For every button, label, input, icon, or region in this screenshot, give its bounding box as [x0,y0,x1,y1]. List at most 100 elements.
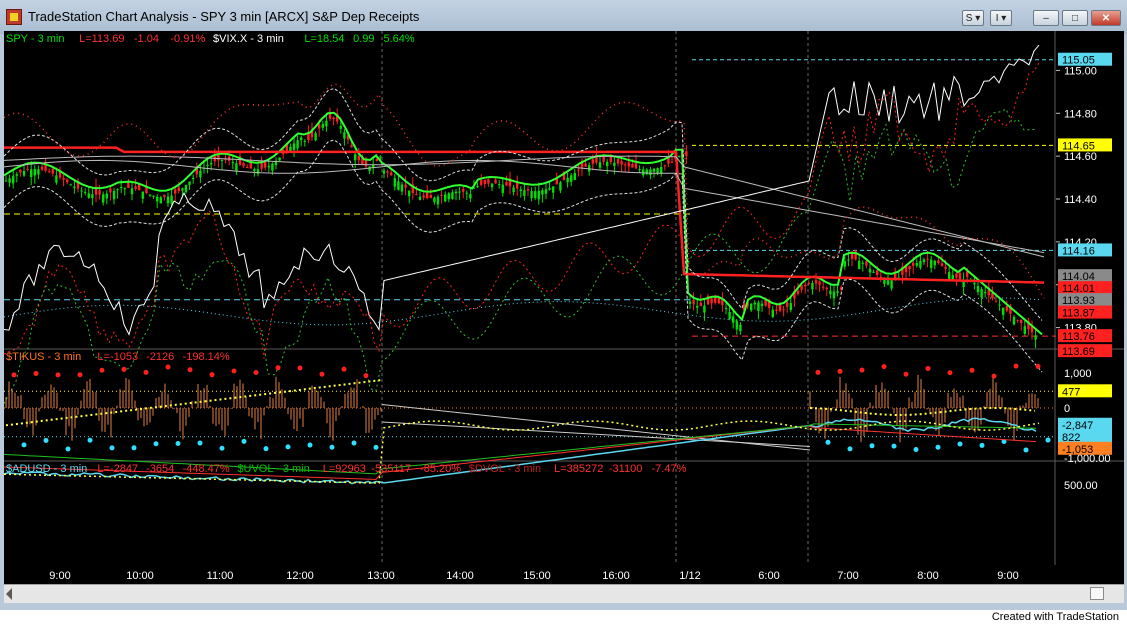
ma-red [4,146,1045,284]
tikus-low-dot [935,444,941,450]
tikus-high-dot [33,370,39,376]
band-upper [4,87,1043,321]
price-candle [1005,306,1008,311]
price-candle [51,168,54,174]
price-candle [490,183,494,188]
price-candle [390,172,393,176]
price-candle [886,280,890,285]
tikus-high-dot [99,367,105,373]
adusd-legend-item: L=-2847 [97,463,138,475]
tikus-high-dot [165,364,171,370]
price-candle [318,124,321,129]
price-candle [156,196,159,202]
price-candle [368,166,371,171]
price-candle [12,176,15,184]
tikus-high-dot [881,364,887,370]
price-legend-item: 5.64% [384,33,415,45]
minimize-button[interactable]: – [1033,10,1059,26]
price-candle [454,191,458,194]
price-candle [998,304,1001,306]
price-candle [735,320,738,330]
price-candle [915,263,918,266]
price-badge: 113.93 [1062,295,1095,307]
time-tick-label: 15:00 [523,570,551,582]
scroll-left-arrow-icon[interactable] [6,588,12,600]
minimize-icon: – [1043,13,1049,24]
adusd-legend-item: -85.20% [420,463,461,475]
tikus-badge: -1,053 [1062,444,1093,456]
price-candle [55,175,58,183]
price-candle [37,169,40,175]
symbol-link-button[interactable]: S ▾ [962,10,984,26]
price-candle [523,190,526,196]
chart-area[interactable]: SPY - 3 min L=113.69 -1.04 -0.91% $VIX.X - 3… [4,31,1124,565]
tikus-high-dot [363,373,369,379]
price-candle [649,169,652,176]
price-legend-item: L=113.69 [79,33,124,45]
price-badge: 114.65 [1062,140,1095,152]
price-candle [40,166,44,170]
price-candle [400,184,404,192]
tikus-low-dot [307,442,313,448]
price-candle [638,168,641,170]
tikus-low-dot [957,441,963,447]
interval-link-button[interactable]: I ▾ [990,10,1012,26]
price-candle [501,184,504,193]
horizontal-scrollbar[interactable] [4,584,1124,603]
tikus-low-dot [329,444,335,450]
price-candle [937,260,940,264]
price-candle [22,171,26,176]
maximize-button[interactable]: □ [1062,10,1088,26]
price-candle [253,169,256,172]
price-candle [717,298,720,304]
tikus-high-dot [969,367,975,373]
tikus-high-dot [925,365,931,371]
tikus-legend-item: -198.14% [183,351,230,363]
price-candle [832,291,836,299]
tikus-low-dot [21,442,27,448]
price-candle [505,182,508,186]
price-candle [210,162,213,165]
price-tick-label: 114.80 [1064,108,1097,120]
price-candle [526,189,530,191]
price-candle [678,156,681,158]
price-candle [354,154,357,161]
price-candle [1002,307,1005,315]
price-candle [105,193,108,199]
price-candle [634,163,638,169]
tikus-high-dot [1035,363,1041,369]
time-tick-label: 9:00 [997,570,1018,582]
price-candle [498,183,501,185]
price-candle [573,172,576,180]
price-candle [26,168,29,170]
close-button[interactable]: ✕ [1091,10,1121,26]
price-candle [174,189,177,194]
tikus-high-dot [209,372,215,378]
price-candle [620,160,623,165]
title-bar[interactable]: TradeStation Chart Analysis - SPY 3 min … [0,0,1127,34]
price-candle [102,194,105,203]
price-candle [876,270,879,275]
tradestation-window: TradeStation Chart Analysis - SPY 3 min … [0,0,1127,610]
adusd-legend-item: -31100 [609,463,642,475]
tikus-high-dot [1013,363,1019,369]
tikus-high-dot [121,366,127,372]
scroll-right-button[interactable] [1090,587,1104,600]
price-candle [15,174,18,176]
time-tick-label: 9:00 [49,570,70,582]
price-candle [69,184,72,186]
time-tick-label: 11:00 [207,570,234,582]
adusd-legend-item: L=92963 [323,463,366,475]
price-candle [415,193,418,196]
tikus-tick-label: 1,000 [1064,368,1092,380]
window-title: TradeStation Chart Analysis - SPY 3 min … [28,9,420,24]
price-candle [145,187,148,194]
price-candle [84,192,87,194]
price-candle [948,272,951,281]
tikus-low-dot [197,440,203,446]
price-candle [930,259,933,268]
price-candle [976,286,980,293]
price-candle [116,189,119,191]
price-candle [440,195,443,197]
chart-canvas[interactable]: SPY - 3 min L=113.69 -1.04 -0.91% $VIX.X - 3… [4,31,1124,565]
